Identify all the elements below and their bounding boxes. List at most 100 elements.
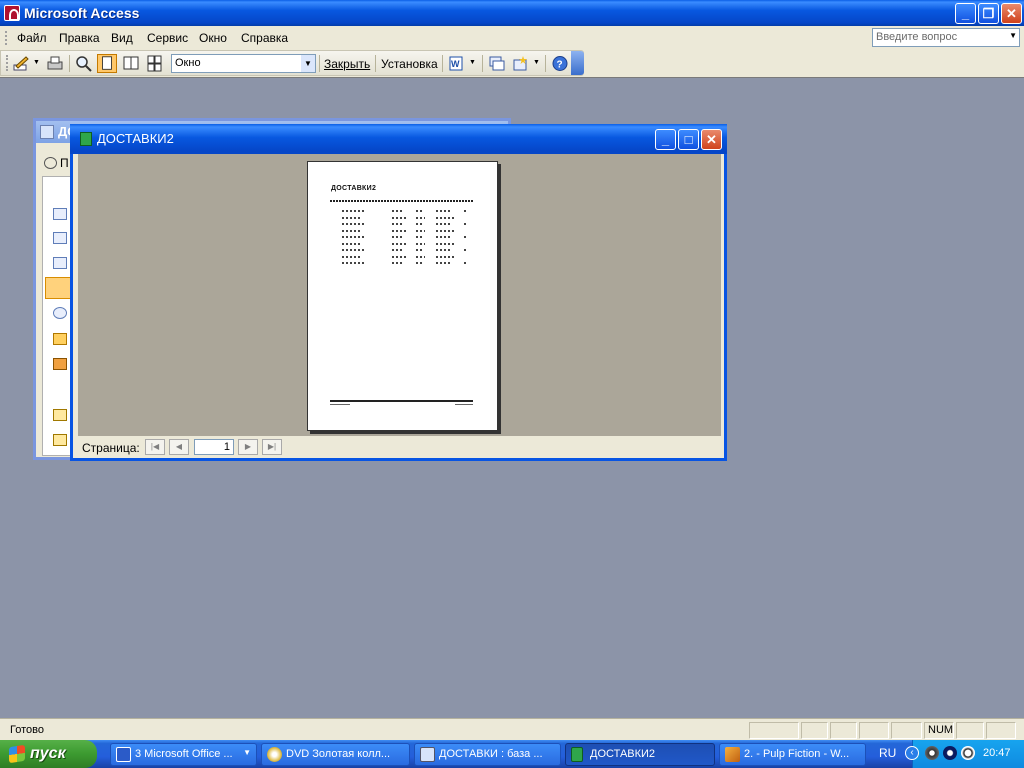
next-page-button[interactable]: ▶ xyxy=(238,439,258,455)
report-cell-mark xyxy=(416,216,425,219)
system-tray: ‹ 20:47 xyxy=(905,740,1024,768)
app-title-bar[interactable]: Microsoft Access _ ❐ ✕ xyxy=(0,0,1024,26)
last-page-button[interactable]: ▶| xyxy=(262,439,282,455)
report-cell-mark xyxy=(392,223,403,225)
tray-expand-icon[interactable]: ‹ xyxy=(905,746,919,760)
report-window-title: ДОСТАВКИ2 xyxy=(97,131,174,146)
report-preview-area[interactable]: ДОСТАВКИ2 xyxy=(78,154,721,436)
chevron-down-icon: ▼ xyxy=(243,748,251,757)
chevron-down-icon[interactable]: ▼ xyxy=(301,55,315,72)
zoom-combo[interactable]: Окно ▼ xyxy=(171,54,316,73)
menu-view[interactable]: Вид xyxy=(111,31,133,45)
page-setup-button[interactable]: Установка xyxy=(381,57,438,71)
taskbar-item-database[interactable]: ДОСТАВКИ : база ... xyxy=(414,743,561,766)
menu-grip[interactable] xyxy=(5,31,8,45)
first-page-button[interactable]: |◀ xyxy=(145,439,165,455)
taskbar-item-report[interactable]: ДОСТАВКИ2 xyxy=(565,743,715,766)
zoom-icon[interactable] xyxy=(74,54,94,73)
pages-icon[interactable] xyxy=(53,307,67,319)
report-cell-mark xyxy=(436,242,454,245)
taskbar-item-label: ДОСТАВКИ2 xyxy=(590,748,656,760)
two-pages-icon[interactable] xyxy=(121,54,141,73)
database-window-preview-button[interactable]: П xyxy=(44,156,69,170)
start-button[interactable]: пуск xyxy=(0,740,97,768)
access-key-icon[interactable] xyxy=(4,5,20,21)
menu-help[interactable]: Справка xyxy=(241,31,288,45)
report-minimize-button[interactable]: _ xyxy=(655,129,676,150)
groups-folder-icon[interactable] xyxy=(53,409,67,421)
report-maximize-button[interactable]: □ xyxy=(678,129,699,150)
report-cell-mark xyxy=(416,249,422,251)
report-cell-mark xyxy=(342,216,361,219)
dvd-icon xyxy=(267,747,282,762)
chevron-down-icon[interactable]: ▼ xyxy=(1009,31,1017,40)
forms-icon[interactable] xyxy=(53,257,67,269)
messenger-icon[interactable] xyxy=(961,746,975,760)
report-cell-mark xyxy=(416,255,425,258)
help-icon[interactable]: ? xyxy=(550,54,570,73)
print-preview-toolbar: ▼ Окно ▼ Закрыть Установка W ▼ ▼ ? xyxy=(0,50,584,76)
report-cell-mark xyxy=(342,236,364,238)
report-close-button[interactable]: ✕ xyxy=(701,129,722,150)
minimize-button[interactable]: _ xyxy=(955,3,976,24)
toolbar-options-chevron[interactable] xyxy=(571,51,584,75)
status-cell xyxy=(891,722,922,739)
report-cell-mark xyxy=(342,223,364,225)
macros-icon[interactable] xyxy=(53,333,67,345)
previous-page-button[interactable]: ◀ xyxy=(169,439,189,455)
chevron-down-icon[interactable]: ▼ xyxy=(33,59,40,66)
page-navigation-bar: Страница: |◀ ◀ 1 ▶ ▶| xyxy=(78,436,721,458)
tables-icon[interactable] xyxy=(53,208,67,220)
database-icon xyxy=(420,747,435,762)
chevron-down-icon[interactable]: ▼ xyxy=(533,59,540,66)
queries-icon[interactable] xyxy=(53,232,67,244)
ask-question-input[interactable]: Введите вопрос ▼ xyxy=(872,28,1020,47)
menu-edit[interactable]: Правка xyxy=(59,31,100,45)
report-window-title-bar[interactable]: ДОСТАВКИ2 _ □ ✕ xyxy=(70,124,727,154)
new-object-icon[interactable] xyxy=(511,54,531,73)
report-cell-mark xyxy=(342,255,361,258)
one-page-icon[interactable] xyxy=(97,54,117,73)
database-icon xyxy=(40,125,54,139)
design-view-icon[interactable] xyxy=(11,54,31,73)
favorites-folder-icon[interactable] xyxy=(53,434,67,446)
report-cell-mark xyxy=(342,210,364,212)
status-bar: Готово NUM xyxy=(0,718,1024,740)
close-button[interactable]: ✕ xyxy=(1001,3,1022,24)
report-cell-mark xyxy=(416,242,425,245)
report-cell-mark xyxy=(436,249,451,251)
taskbar-item-label: 3 Microsoft Office ... xyxy=(135,748,233,760)
database-window-icon[interactable] xyxy=(487,54,507,73)
page-label: Страница: xyxy=(82,441,140,455)
reports-icon[interactable] xyxy=(45,277,71,299)
report-preview-window[interactable]: ДОСТАВКИ2 _ □ ✕ ДОСТАВКИ2 Страница: |◀ ◀… xyxy=(70,124,727,461)
tray-app-icon[interactable] xyxy=(943,746,957,760)
report-page[interactable]: ДОСТАВКИ2 xyxy=(307,161,498,431)
report-cell-mark xyxy=(342,242,361,245)
menu-file[interactable]: Файл xyxy=(17,31,47,45)
taskbar-item-dvd[interactable]: DVD Золотая колл... xyxy=(261,743,410,766)
toolbar-separator xyxy=(69,55,70,72)
report-cell-mark xyxy=(392,262,403,264)
taskbar-item-office[interactable]: 3 Microsoft Office ... ▼ xyxy=(110,743,257,766)
office-links-word-icon[interactable]: W xyxy=(447,54,467,73)
restore-button[interactable]: ❐ xyxy=(978,3,999,24)
toolbar-grip[interactable] xyxy=(6,55,9,71)
report-footer-page xyxy=(455,404,473,405)
word-icon xyxy=(116,747,131,762)
print-icon[interactable] xyxy=(45,54,65,73)
report-footer-line xyxy=(330,400,473,402)
zoom-combo-value: Окно xyxy=(175,57,201,69)
language-indicator[interactable]: RU xyxy=(879,746,896,760)
menu-window[interactable]: Окно xyxy=(199,31,227,45)
volume-icon[interactable] xyxy=(925,746,939,760)
report-cell-mark xyxy=(416,210,422,212)
report-cell-mark xyxy=(464,236,466,238)
page-number-input[interactable]: 1 xyxy=(194,439,234,455)
modules-icon[interactable] xyxy=(53,358,67,370)
close-preview-button[interactable]: Закрыть xyxy=(324,57,370,71)
multiple-pages-icon[interactable] xyxy=(145,54,165,73)
chevron-down-icon[interactable]: ▼ xyxy=(469,59,476,66)
menu-tools[interactable]: Сервис xyxy=(147,31,188,45)
taskbar-item-winamp[interactable]: 2. - Pulp Fiction - W... xyxy=(719,743,866,766)
